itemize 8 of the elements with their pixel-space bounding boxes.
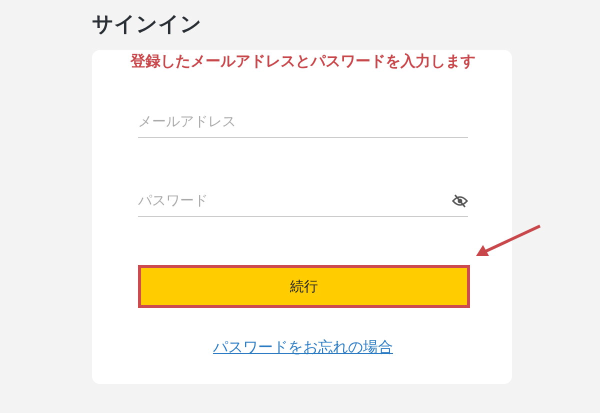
continue-button[interactable]: 続行: [138, 265, 470, 308]
hide-password-icon[interactable]: [452, 194, 468, 208]
annotation-text: 登録したメールアドレスとパスワードを入力します: [129, 52, 476, 71]
annotation-arrow: [474, 224, 542, 258]
email-field[interactable]: メールアドレス: [138, 114, 468, 130]
password-field[interactable]: パスワード: [138, 193, 452, 209]
forgot-password-link[interactable]: パスワードをお忘れの場合: [213, 338, 393, 357]
page-title: サインイン: [92, 11, 203, 38]
